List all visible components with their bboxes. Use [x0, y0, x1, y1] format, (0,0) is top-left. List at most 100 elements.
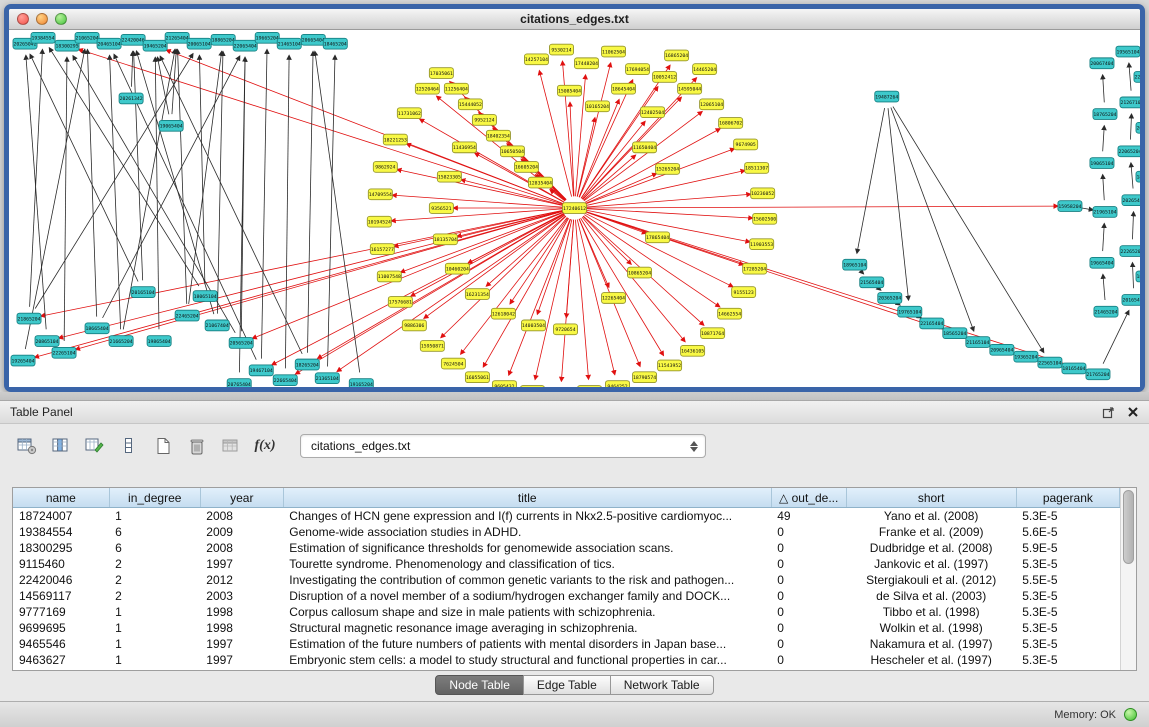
network-node[interactable]: 20765404 — [227, 379, 251, 387]
citation-edge[interactable] — [891, 108, 974, 331]
network-node[interactable]: 11543952 — [658, 360, 682, 371]
network-node[interactable]: 22365404 — [1134, 72, 1140, 83]
network-node[interactable]: 9720654 — [553, 324, 577, 335]
column-header-out_degree[interactable]: △ out_de... — [771, 488, 846, 508]
network-node[interactable]: 18965104 — [843, 259, 867, 270]
network-canvas[interactable]: 1724061212520464117310621822125398629241… — [9, 30, 1140, 387]
scrollbar-thumb[interactable] — [1123, 490, 1134, 564]
table-row[interactable]: 946362711997Embryonic stem cells: a mode… — [13, 652, 1120, 668]
network-node[interactable]: 19467104 — [249, 365, 273, 376]
network-node[interactable]: 15602500 — [753, 213, 777, 224]
network-node[interactable]: 15444052 — [458, 99, 482, 110]
column-header-name[interactable]: name — [13, 488, 109, 508]
network-node[interactable]: 12265404 — [602, 293, 626, 304]
network-node[interactable]: 15265204 — [656, 164, 680, 175]
memory-ok-led[interactable] — [1124, 708, 1137, 721]
citation-edge-red[interactable] — [535, 219, 572, 379]
network-node[interactable]: 18790574 — [633, 372, 657, 383]
network-node[interactable]: 20065104 — [187, 38, 211, 49]
network-node[interactable]: 20665404 — [301, 34, 325, 45]
network-node[interactable]: 10236052 — [751, 188, 775, 199]
network-node[interactable]: 9674905 — [734, 139, 758, 150]
table-row[interactable]: 1830029562008Estimation of significance … — [13, 540, 1120, 556]
network-node[interactable]: 17576681 — [388, 297, 412, 308]
close-panel-icon[interactable] — [1127, 406, 1139, 418]
network-node[interactable]: 18221253 — [383, 134, 407, 145]
citation-edge-red[interactable] — [579, 219, 609, 287]
network-node[interactable]: 18402354 — [486, 130, 510, 141]
network-node[interactable]: 10650504 — [500, 146, 524, 157]
network-node[interactable]: 11256404 — [444, 83, 468, 94]
network-node[interactable]: 18565204 — [943, 328, 967, 339]
citation-edge[interactable] — [307, 52, 313, 353]
column-header-in_degree[interactable]: in_degree — [109, 488, 200, 508]
network-node[interactable]: 19865404 — [147, 336, 171, 347]
network-node[interactable]: 16157277 — [370, 244, 394, 255]
citation-edge[interactable] — [49, 48, 199, 286]
network-node[interactable]: 9530214 — [549, 44, 573, 55]
citation-edge[interactable] — [25, 49, 84, 349]
network-node[interactable]: 22065204 — [1118, 146, 1140, 157]
function-builder-button[interactable]: f(x) — [252, 434, 278, 458]
network-node[interactable]: 19065404 — [159, 120, 183, 131]
citation-edge[interactable] — [315, 51, 360, 372]
network-node[interactable]: 19384554 — [31, 32, 55, 43]
citation-edge[interactable] — [285, 55, 289, 368]
row-view-button[interactable] — [116, 434, 142, 458]
table-row[interactable]: 946554611997Estimation of the future num… — [13, 636, 1120, 652]
citation-edge-red[interactable] — [586, 170, 745, 205]
network-node[interactable]: 19465204 — [143, 40, 167, 51]
citation-edge[interactable] — [1103, 274, 1105, 300]
network-node[interactable]: 21165104 — [966, 337, 990, 348]
network-node[interactable]: 18511307 — [745, 163, 769, 174]
table-vertical-scrollbar[interactable] — [1120, 488, 1136, 670]
network-node[interactable]: 11062504 — [602, 46, 626, 57]
citation-edge[interactable] — [888, 108, 909, 300]
table-row[interactable]: 911546021997Tourette syndrome. Phenomeno… — [13, 556, 1120, 572]
network-node[interactable]: 18645404 — [612, 83, 636, 94]
network-node[interactable]: 16865204 — [665, 50, 689, 61]
network-node[interactable]: 20865104 — [35, 336, 59, 347]
citation-edge[interactable] — [863, 273, 864, 274]
network-node[interactable]: 17035061 — [429, 68, 453, 79]
network-node[interactable]: 12618042 — [491, 308, 515, 319]
network-node[interactable]: 20465404 — [1136, 122, 1140, 133]
network-node[interactable]: 19565104 — [1116, 46, 1140, 57]
network-node[interactable]: 18965404 — [1136, 271, 1140, 282]
citation-edge[interactable] — [1103, 75, 1105, 102]
network-node[interactable]: 17865404 — [646, 232, 670, 243]
network-node[interactable]: 12835404 — [528, 177, 552, 188]
table-row[interactable]: 1456911722003Disruption of a novel membe… — [13, 588, 1120, 604]
network-node[interactable]: 18135704 — [433, 234, 457, 245]
network-node[interactable]: 10052412 — [653, 72, 677, 83]
network-node[interactable]: 16806702 — [719, 118, 743, 129]
network-node[interactable]: 19665404 — [1090, 257, 1114, 268]
citation-edge[interactable] — [1103, 311, 1129, 364]
hub-node[interactable]: 17240612 — [562, 203, 586, 214]
citation-edge-red[interactable] — [586, 212, 646, 233]
table-row[interactable]: 1872400712008Changes of HCN gene express… — [13, 508, 1120, 525]
network-node[interactable]: 12065104 — [700, 99, 724, 110]
network-node[interactable]: 19487264 — [875, 91, 899, 102]
network-node[interactable]: 20965404 — [990, 344, 1014, 355]
window-titlebar[interactable]: citations_edges.txt — [9, 9, 1140, 30]
network-node[interactable]: 14595044 — [678, 83, 702, 94]
network-node[interactable]: 20365204 — [878, 293, 902, 304]
network-node[interactable]: 21065204 — [75, 32, 99, 43]
citation-edge[interactable] — [1103, 175, 1105, 200]
citation-edge[interactable] — [87, 50, 96, 317]
citation-edge[interactable] — [155, 57, 159, 329]
network-node[interactable]: 9952124 — [472, 115, 496, 126]
network-node[interactable]: 17285204 — [743, 263, 767, 274]
network-node[interactable]: 11007548 — [377, 271, 401, 282]
table-row[interactable]: 2242004622012Investigating the contribut… — [13, 572, 1120, 588]
network-node[interactable]: 12402504 — [641, 107, 665, 118]
citation-edge-red[interactable] — [537, 219, 570, 314]
table-row[interactable]: 977716911998Corpus callosum shape and si… — [13, 604, 1120, 620]
column-header-year[interactable]: year — [200, 488, 283, 508]
network-node[interactable]: 12520464 — [415, 83, 439, 94]
network-node[interactable]: 22165404 — [920, 318, 944, 329]
citation-edge-red[interactable] — [461, 217, 568, 354]
network-node[interactable]: 20165404 — [1122, 295, 1140, 306]
network-node[interactable]: 20261342 — [119, 93, 143, 104]
